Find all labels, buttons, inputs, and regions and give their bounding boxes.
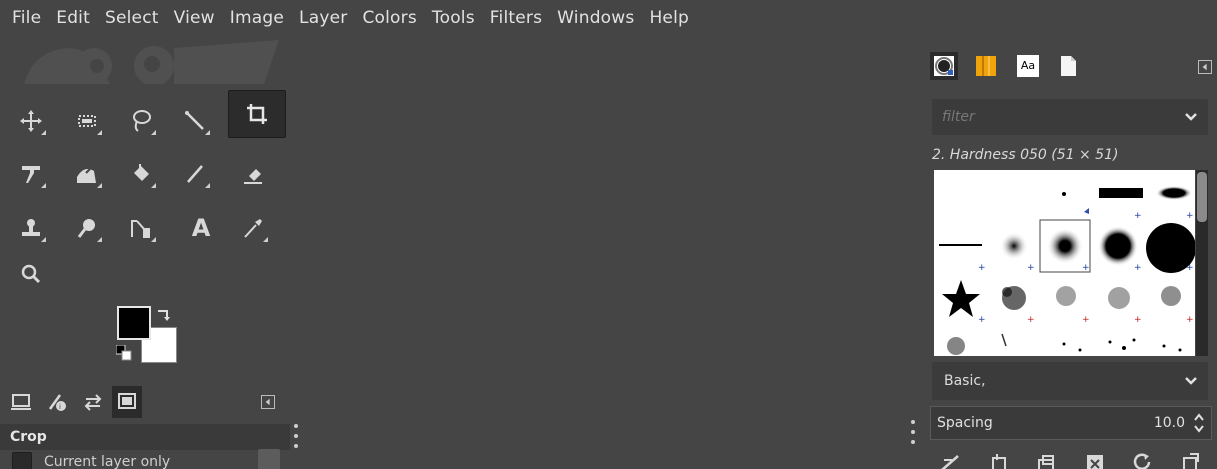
tab-brushes[interactable] [930, 52, 958, 80]
rect-select-tool[interactable] [62, 99, 112, 143]
zoom-tool-icon [21, 264, 41, 284]
tab-device-status[interactable]: i [42, 386, 72, 418]
menu-tools[interactable]: Tools [432, 8, 475, 28]
selected-brush-name: 2. Hardness 050 (51 × 51) [932, 147, 1119, 163]
brush-thumbnails: + + + + + + + + + + + + [939, 186, 1195, 355]
svg-text:+: + [1134, 211, 1142, 221]
fuzzy-select-tool[interactable] [170, 99, 220, 143]
brushes-panel-menu-button[interactable] [1198, 60, 1212, 74]
zoom-tool[interactable] [6, 252, 56, 296]
current-layer-only-checkbox[interactable] [12, 452, 32, 469]
menu-help[interactable]: Help [649, 8, 689, 28]
tool-options-dock-tabs: i [0, 382, 300, 424]
svg-text:+: + [1134, 263, 1142, 273]
svg-text:+: + [1082, 315, 1090, 325]
current-layer-only-option[interactable]: Current layer only [12, 452, 170, 469]
color-picker-tool[interactable] [228, 206, 278, 250]
tool-options-icon [11, 394, 31, 410]
paintbrush-tool[interactable] [170, 152, 220, 196]
clone-tool[interactable] [6, 206, 56, 250]
brush-filter-input[interactable]: filter [932, 99, 1208, 135]
svg-text:+: + [1186, 211, 1194, 221]
unified-transform-tool[interactable] [6, 152, 56, 196]
refresh-brushes-icon[interactable] [1132, 452, 1154, 469]
device-status-icon: i [48, 394, 66, 411]
spin-arrows-icon[interactable] [1193, 411, 1205, 435]
panel-menu-icon [1202, 63, 1207, 71]
wilber-drop-area[interactable] [24, 40, 279, 84]
menu-edit[interactable]: Edit [56, 8, 90, 28]
document-history-icon [1061, 56, 1076, 76]
tool-options-menu-button[interactable] [261, 395, 275, 409]
svg-text:+: + [978, 263, 986, 273]
menu-bar: File Edit Select View Image Layer Colors… [0, 0, 1217, 36]
tab-tool-options[interactable] [6, 386, 36, 418]
spacing-spinner[interactable]: Spacing 10.0 [930, 406, 1212, 440]
filter-placeholder: filter [942, 109, 975, 125]
foreground-color-swatch[interactable] [117, 306, 151, 340]
left-dock-resize-grip[interactable] [294, 424, 298, 448]
svg-text:+: + [978, 315, 986, 325]
move-tool[interactable] [6, 99, 56, 143]
eraser-tool[interactable] [228, 152, 278, 196]
brush-tags-combo[interactable]: Basic, [932, 362, 1208, 400]
smudge-tool[interactable] [62, 206, 112, 250]
menu-image[interactable]: Image [230, 8, 284, 28]
svg-text:+: + [1186, 263, 1194, 273]
menu-select[interactable]: Select [105, 8, 159, 28]
svg-text:+: + [1186, 315, 1194, 325]
duplicate-brush-icon[interactable] [1036, 452, 1058, 469]
svg-text:+: + [1082, 263, 1090, 273]
tool-options-title: Crop [0, 424, 290, 450]
tab-fonts[interactable]: Aa [1014, 52, 1042, 80]
paths-tool[interactable] [116, 206, 166, 250]
images-icon [118, 393, 136, 409]
tab-images[interactable] [112, 386, 142, 418]
spacing-label: Spacing [937, 415, 993, 431]
menu-file[interactable]: File [12, 8, 41, 28]
crop-tool[interactable] [228, 90, 286, 138]
undo-history-icon [84, 394, 102, 411]
menu-filters[interactable]: Filters [490, 8, 542, 28]
right-dock-resize-grip[interactable] [911, 420, 915, 444]
spacing-value: 10.0 [1153, 415, 1185, 431]
menu-layer[interactable]: Layer [299, 8, 347, 28]
menu-colors[interactable]: Colors [362, 8, 416, 28]
bucket-fill-tool[interactable] [116, 152, 166, 196]
tab-patterns[interactable] [972, 52, 1000, 80]
menu-view[interactable]: View [174, 8, 215, 28]
eraser-tool-icon [244, 169, 262, 184]
reset-colors-icon[interactable] [116, 345, 132, 361]
edit-brush-icon[interactable] [940, 452, 962, 469]
free-select-tool[interactable] [116, 99, 166, 143]
tags-value: Basic, [944, 373, 986, 389]
swap-colors-icon[interactable] [156, 308, 172, 324]
svg-text:+: + [1027, 315, 1035, 325]
brushes-dock: Aa filter 2. Hardness 050 (51 × 51) + + [926, 44, 1217, 469]
warp-transform-tool[interactable] [62, 152, 112, 196]
patterns-icon [976, 56, 996, 76]
option-extra-button[interactable] [258, 449, 280, 469]
delete-brush-icon[interactable] [1084, 452, 1106, 469]
chevron-down-icon[interactable] [1184, 374, 1198, 388]
crop-tool-icon [247, 104, 267, 124]
svg-text:+: + [1027, 263, 1035, 273]
text-tool-icon: A [191, 214, 211, 242]
brushes-action-buttons [936, 452, 1212, 469]
open-as-image-icon[interactable] [1180, 452, 1202, 469]
fonts-icon: Aa [1017, 55, 1039, 77]
menu-windows[interactable]: Windows [557, 8, 634, 28]
new-brush-icon[interactable] [988, 452, 1010, 469]
text-tool[interactable]: A [176, 206, 226, 250]
brush-grid-scrollbar[interactable] [1196, 170, 1208, 356]
current-layer-only-label: Current layer only [44, 454, 171, 469]
brush-grid[interactable]: + + + + + + + + + + + + [934, 170, 1195, 356]
tab-undo-history[interactable] [78, 386, 108, 418]
panel-menu-icon [265, 398, 270, 406]
chevron-down-icon[interactable] [1184, 110, 1198, 124]
brushes-icon [934, 56, 954, 76]
svg-text:i: i [59, 403, 61, 411]
tab-document-history[interactable] [1054, 52, 1082, 80]
svg-text:+: + [1134, 315, 1142, 325]
